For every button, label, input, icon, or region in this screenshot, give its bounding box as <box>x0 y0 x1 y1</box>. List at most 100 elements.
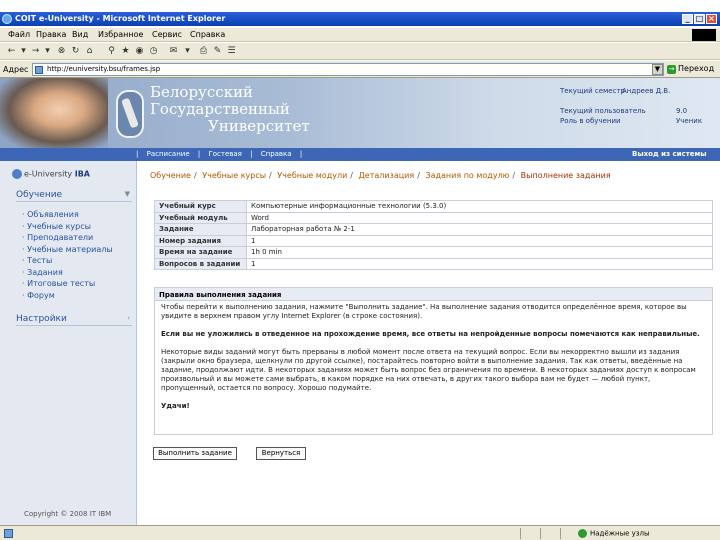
sidebar-item-tasks[interactable]: · Задания <box>22 267 113 279</box>
nav-link-schedule[interactable]: Расписание <box>147 150 190 158</box>
sidebar-item-label: Учебные материалы <box>27 244 113 254</box>
zone-label: Надёжные узлы <box>590 529 650 538</box>
address-input[interactable]: http://euniversity.bsu/frames.jsp <box>32 63 664 76</box>
sidebar-item-label: Преподаватели <box>27 233 94 242</box>
breadcrumb: Обучение / Учебные курсы / Учебные модули /… <box>150 171 611 180</box>
status-divider <box>540 528 541 539</box>
nav-link-guestbook[interactable]: Гостевая <box>208 150 241 158</box>
breadcrumb-item[interactable]: Учебные курсы <box>202 171 266 180</box>
sidebar-item-courses[interactable]: · Учебные курсы <box>22 221 113 233</box>
sidebar-section-settings[interactable]: Настройки › <box>16 314 132 326</box>
sidebar-section-learning[interactable]: Обучение ▼ <box>16 190 132 202</box>
menu-favorites[interactable]: Избранное <box>98 30 143 39</box>
table-row: Учебный модуль Word <box>154 211 713 224</box>
sidebar-item-forum[interactable]: · Форум <box>22 290 113 302</box>
menu-file[interactable]: Файл <box>8 30 30 39</box>
refresh-icon[interactable]: ↻ <box>70 46 81 56</box>
table-row: Учебный курс Компьютерные информационные … <box>154 200 713 213</box>
rules-paragraph: Некоторые виды заданий могут быть прерва… <box>161 348 696 392</box>
university-name-line: Белорусский <box>150 83 254 101</box>
media-icon[interactable]: ◉ <box>134 46 145 56</box>
user-info: Текущий семестр Андреев Д.В. Текущий поль… <box>560 86 702 126</box>
sidebar-section-label: Настройки <box>16 314 67 324</box>
nav-separator: | <box>136 150 139 158</box>
table-key: Номер задания <box>154 234 247 247</box>
address-bar: Адрес http://euniversity.bsu/frames.jsp … <box>0 61 720 78</box>
chevron-down-icon: ▼ <box>124 190 130 198</box>
logo-text: e-University <box>24 169 73 179</box>
task-info-table: Учебный курс Компьютерные информационные … <box>154 200 713 270</box>
sidebar-item-materials[interactable]: · Учебные материалы <box>22 244 113 256</box>
mail-icon[interactable]: ✉ <box>168 46 179 56</box>
table-row: Номер задания 1 <box>154 234 713 247</box>
page-icon <box>35 66 43 74</box>
menu-tools[interactable]: Сервис <box>152 30 182 39</box>
breadcrumb-item[interactable]: Учебные модули <box>277 171 347 180</box>
window-titlebar: COIT e-University - Microsoft Internet E… <box>0 12 720 26</box>
favorites-icon[interactable]: ★ <box>120 46 131 56</box>
sidebar-item-final-tests[interactable]: · Итоговые тесты <box>22 278 113 290</box>
user-info-label: Роль в обучении <box>560 117 621 125</box>
table-value: Word <box>246 211 713 224</box>
print-icon[interactable]: ⎙ <box>198 46 209 56</box>
history-icon[interactable]: ◷ <box>148 46 159 56</box>
user-info-value: Андреев Д.В. <box>622 87 671 95</box>
sidebar-item-tests[interactable]: · Тесты <box>22 255 113 267</box>
address-dropdown-icon[interactable]: ▼ <box>652 64 663 75</box>
table-value: Компьютерные информационные технологии (… <box>246 200 713 213</box>
forward-icon[interactable]: → <box>30 46 41 56</box>
dropdown-icon[interactable]: ▾ <box>18 46 29 56</box>
dropdown-icon[interactable]: ▾ <box>42 46 53 56</box>
exit-link[interactable]: Выход из системы <box>632 150 707 158</box>
trusted-zone-icon <box>578 529 587 538</box>
university-name-line: Университет <box>208 117 310 135</box>
table-value: 1 <box>246 234 713 247</box>
university-name-line: Государственный <box>150 100 290 118</box>
nav-separator: | <box>250 150 253 158</box>
breadcrumb-item[interactable]: Обучение <box>150 171 191 180</box>
logo-brand: IBA <box>74 169 90 179</box>
sidebar-item-label: Тесты <box>27 256 53 265</box>
sidebar-item-announcements[interactable]: · Объявления <box>22 209 113 221</box>
window-title: COIT e-University - Microsoft Internet E… <box>15 14 226 23</box>
breadcrumb-item[interactable]: Задания по модулю <box>425 171 509 180</box>
university-name: Белорусский Государственный Университет <box>150 84 310 135</box>
menu-edit[interactable]: Правка <box>36 30 66 39</box>
security-zone: Надёжные узлы <box>578 529 650 538</box>
search-icon[interactable]: ⚲ <box>106 46 117 56</box>
windows-logo-icon <box>692 29 716 41</box>
chevron-right-icon: › <box>127 314 130 322</box>
table-key: Время на задание <box>154 246 247 259</box>
home-icon[interactable]: ⌂ <box>84 46 95 56</box>
status-divider <box>520 528 521 539</box>
nav-link-help[interactable]: Справка <box>261 150 292 158</box>
start-task-button[interactable]: Выполнить задание <box>153 447 237 460</box>
dropdown-icon[interactable]: ▾ <box>182 46 193 56</box>
edit-icon[interactable]: ✎ <box>212 46 223 56</box>
sidebar-section-label: Обучение <box>16 190 63 200</box>
table-row: Вопросов в задании 1 <box>154 257 713 270</box>
go-arrow-icon: → <box>667 65 676 74</box>
back-button[interactable]: Вернуться <box>256 447 306 460</box>
toolbar: ← ▾ → ▾ ⊗ ↻ ⌂ ⚲ ★ ◉ ◷ ✉ ▾ ⎙ ✎ ☰ <box>0 43 720 60</box>
maximize-button[interactable]: □ <box>694 14 705 24</box>
nav-separator: | <box>299 150 303 158</box>
copyright: Copyright © 2008 IT IBM <box>24 510 112 518</box>
back-icon[interactable]: ← <box>6 46 17 56</box>
table-value: 1h 0 min <box>246 246 713 259</box>
table-value: 1 <box>246 257 713 270</box>
table-row: Задание Лабораторная работа № 2-1 <box>154 223 713 236</box>
university-crest-icon <box>116 90 144 138</box>
menu-help[interactable]: Справка <box>190 30 225 39</box>
minimize-button[interactable]: _ <box>682 14 693 24</box>
breadcrumb-item[interactable]: Детализация <box>359 171 415 180</box>
go-button[interactable]: → Переход <box>667 64 714 74</box>
sidebar-item-teachers[interactable]: · Преподаватели <box>22 232 113 244</box>
close-button[interactable]: × <box>706 14 717 24</box>
sidebar-item-label: Учебные курсы <box>27 221 91 231</box>
menu-view[interactable]: Вид <box>72 30 88 39</box>
table-value: Лабораторная работа № 2-1 <box>246 223 713 236</box>
discuss-icon[interactable]: ☰ <box>226 46 237 56</box>
breadcrumb-current: Выполнение задания <box>520 171 611 180</box>
stop-icon[interactable]: ⊗ <box>56 46 67 56</box>
